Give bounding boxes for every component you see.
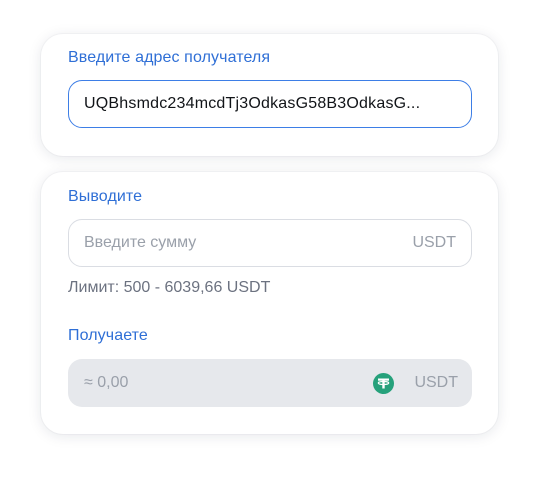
- withdraw-currency-label: USDT: [412, 234, 456, 251]
- withdraw-card: Выводите Введите сумму USDT Лимит: 500 -…: [41, 172, 498, 434]
- receive-currency-label: USDT: [414, 374, 458, 391]
- amount-placeholder: Введите сумму: [84, 234, 197, 251]
- receive-amount-value: ≈ 0,00: [84, 374, 129, 391]
- withdraw-limit-text: Лимит: 500 - 6039,66 USDT: [68, 279, 271, 296]
- recipient-address-card: Введите адрес получателя UQBhsmdc234mcdT…: [41, 34, 498, 156]
- receive-amount-field: ≈ 0,00 USDT: [68, 359, 472, 407]
- withdraw-amount-input[interactable]: Введите сумму USDT: [68, 219, 472, 267]
- receive-currency: USDT: [373, 372, 458, 394]
- recipient-address-input[interactable]: UQBhsmdc234mcdTj3OdkasG58B3OdkasG...: [68, 80, 472, 128]
- usdt-tether-icon: [373, 372, 395, 394]
- withdraw-label: Выводите: [68, 188, 143, 205]
- receive-label: Получаете: [68, 327, 148, 344]
- recipient-address-label: Введите адрес получателя: [68, 49, 271, 66]
